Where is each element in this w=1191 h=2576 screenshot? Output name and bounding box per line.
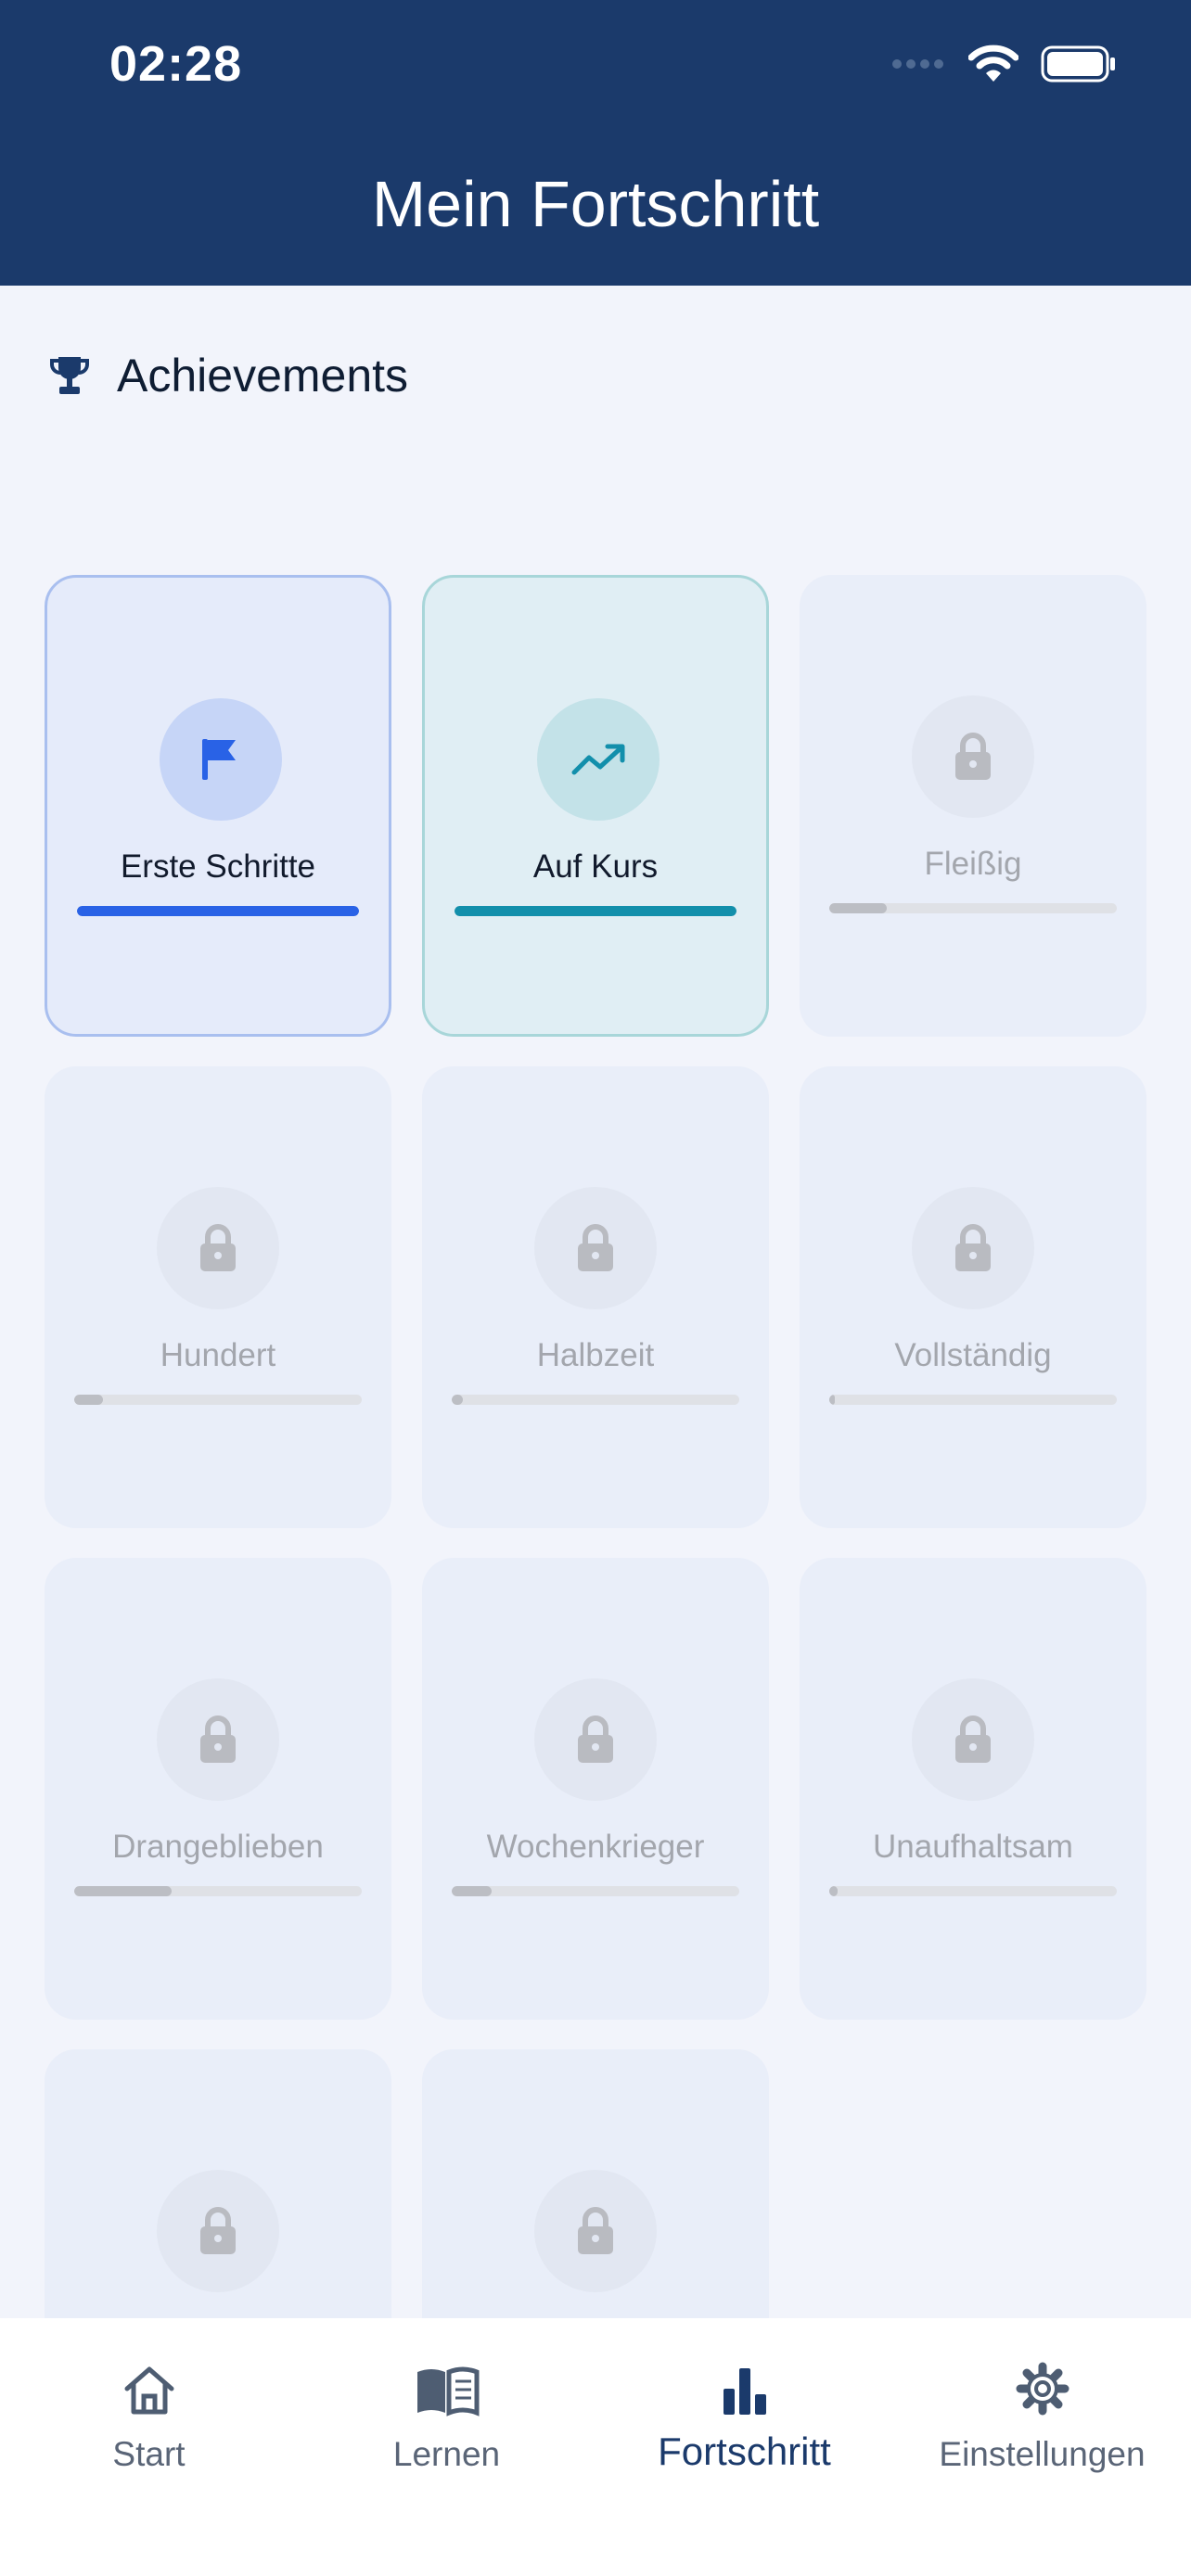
achievement-badge: [534, 2170, 657, 2292]
achievement-card-fleissig[interactable]: Fleißig: [800, 575, 1146, 1037]
achievement-card-unaufhaltsam[interactable]: Unaufhaltsam: [800, 1558, 1146, 2020]
achievement-card-wochenkrieger[interactable]: Wochenkrieger: [422, 1558, 769, 2020]
achievement-label: Drangeblieben: [112, 1829, 324, 1865]
achievement-progress-fill: [452, 1886, 493, 1896]
trophy-icon: [50, 357, 89, 394]
achievement-badge: [157, 1678, 279, 1801]
lock-icon: [200, 2207, 236, 2254]
tab-label: Lernen: [392, 2435, 501, 2473]
achievement-progress-bar: [455, 906, 736, 916]
achievement-badge: [912, 1678, 1034, 1801]
achievement-progress-fill: [829, 1886, 839, 1896]
achievement-badge: [160, 698, 282, 821]
achievement-badge: [912, 695, 1034, 818]
achievement-card-erste-schritte[interactable]: Erste Schritte: [45, 575, 391, 1037]
achievement-progress-fill: [829, 1395, 836, 1405]
bar-chart-icon: [723, 2368, 766, 2415]
wifi-icon: [968, 45, 1018, 82]
achievement-label: Halbzeit: [536, 1337, 655, 1373]
achievement-card-drangeblieben[interactable]: Drangeblieben: [45, 1558, 391, 2020]
achievement-progress-bar: [452, 1395, 739, 1405]
achievement-card-halbzeit[interactable]: Halbzeit: [422, 1066, 769, 1528]
tab-fortschritt[interactable]: Fortschritt: [596, 2346, 893, 2531]
status-time: 02:28: [109, 36, 243, 92]
achievement-badge: [534, 1187, 657, 1309]
lock-icon: [200, 1224, 236, 1271]
status-icons: [890, 45, 1117, 83]
achievement-progress-fill: [74, 1886, 173, 1896]
page-title: Mein Fortschritt: [371, 168, 820, 240]
achievement-label: Fleißig: [924, 846, 1022, 882]
achievement-progress-bar: [829, 1886, 1117, 1896]
achievement-badge: [157, 2170, 279, 2292]
achievement-progress-fill: [77, 906, 359, 916]
achievement-progress-bar: [829, 903, 1117, 913]
achievement-progress-bar: [77, 906, 359, 916]
home-icon: [124, 2366, 173, 2415]
book-icon: [416, 2366, 479, 2417]
bottom-tab-bar: Start Lernen Fortschritt Einstellungen: [0, 2318, 1191, 2576]
header: 02:28 Mein Fortschritt: [0, 0, 1191, 286]
lock-icon: [955, 1715, 991, 1763]
achievements-heading: Achievements: [50, 349, 408, 402]
lock-icon: [955, 1224, 991, 1271]
trend-up-icon: [571, 744, 625, 775]
achievement-card-vollstaendig[interactable]: Vollständig: [800, 1066, 1146, 1528]
achievement-badge: [157, 1187, 279, 1309]
flag-icon: [202, 739, 236, 780]
achievement-progress-fill: [455, 906, 736, 916]
achievement-badge: [537, 698, 660, 821]
achievement-badge: [912, 1187, 1034, 1309]
battery-icon: [1041, 45, 1115, 83]
tab-label: Start: [112, 2435, 186, 2473]
section-title: Achievements: [117, 350, 409, 402]
achievement-label: Hundert: [160, 1337, 276, 1373]
achievement-progress-bar: [74, 1886, 362, 1896]
achievement-card-auf-kurs[interactable]: Auf Kurs: [422, 575, 769, 1037]
tab-start[interactable]: Start: [0, 2346, 298, 2531]
tab-label: Fortschritt: [658, 2429, 831, 2473]
achievement-label: Erste Schritte: [120, 848, 316, 885]
achievement-progress-fill: [452, 1395, 464, 1405]
lock-icon: [578, 1224, 613, 1271]
lock-icon: [578, 2207, 613, 2254]
achievement-label: Vollständig: [894, 1337, 1052, 1373]
achievement-label: Auf Kurs: [532, 848, 659, 885]
tab-einstellungen[interactable]: Einstellungen: [893, 2346, 1191, 2531]
achievement-card-10[interactable]: [45, 2049, 391, 2318]
gear-icon: [1016, 2362, 1069, 2416]
achievements-grid: Erste Schritte Auf Kurs Fleißig Hundert …: [45, 575, 1146, 2318]
achievement-progress-bar: [452, 1886, 739, 1896]
achievement-badge: [534, 1678, 657, 1801]
achievement-label: Wochenkrieger: [486, 1829, 705, 1865]
achievement-label: Unaufhaltsam: [873, 1829, 1073, 1865]
lock-icon: [578, 1715, 613, 1763]
tab-label: Einstellungen: [939, 2435, 1146, 2473]
achievement-card-11[interactable]: [422, 2049, 769, 2318]
tab-lernen[interactable]: Lernen: [298, 2346, 596, 2531]
achievement-progress-fill: [74, 1395, 103, 1405]
lock-icon: [955, 733, 991, 780]
achievement-progress-fill: [829, 903, 887, 913]
cellular-signal-icon: [892, 59, 943, 69]
achievement-progress-bar: [829, 1395, 1117, 1405]
lock-icon: [200, 1715, 236, 1763]
achievement-progress-bar: [74, 1395, 362, 1405]
achievement-card-hundert[interactable]: Hundert: [45, 1066, 391, 1528]
